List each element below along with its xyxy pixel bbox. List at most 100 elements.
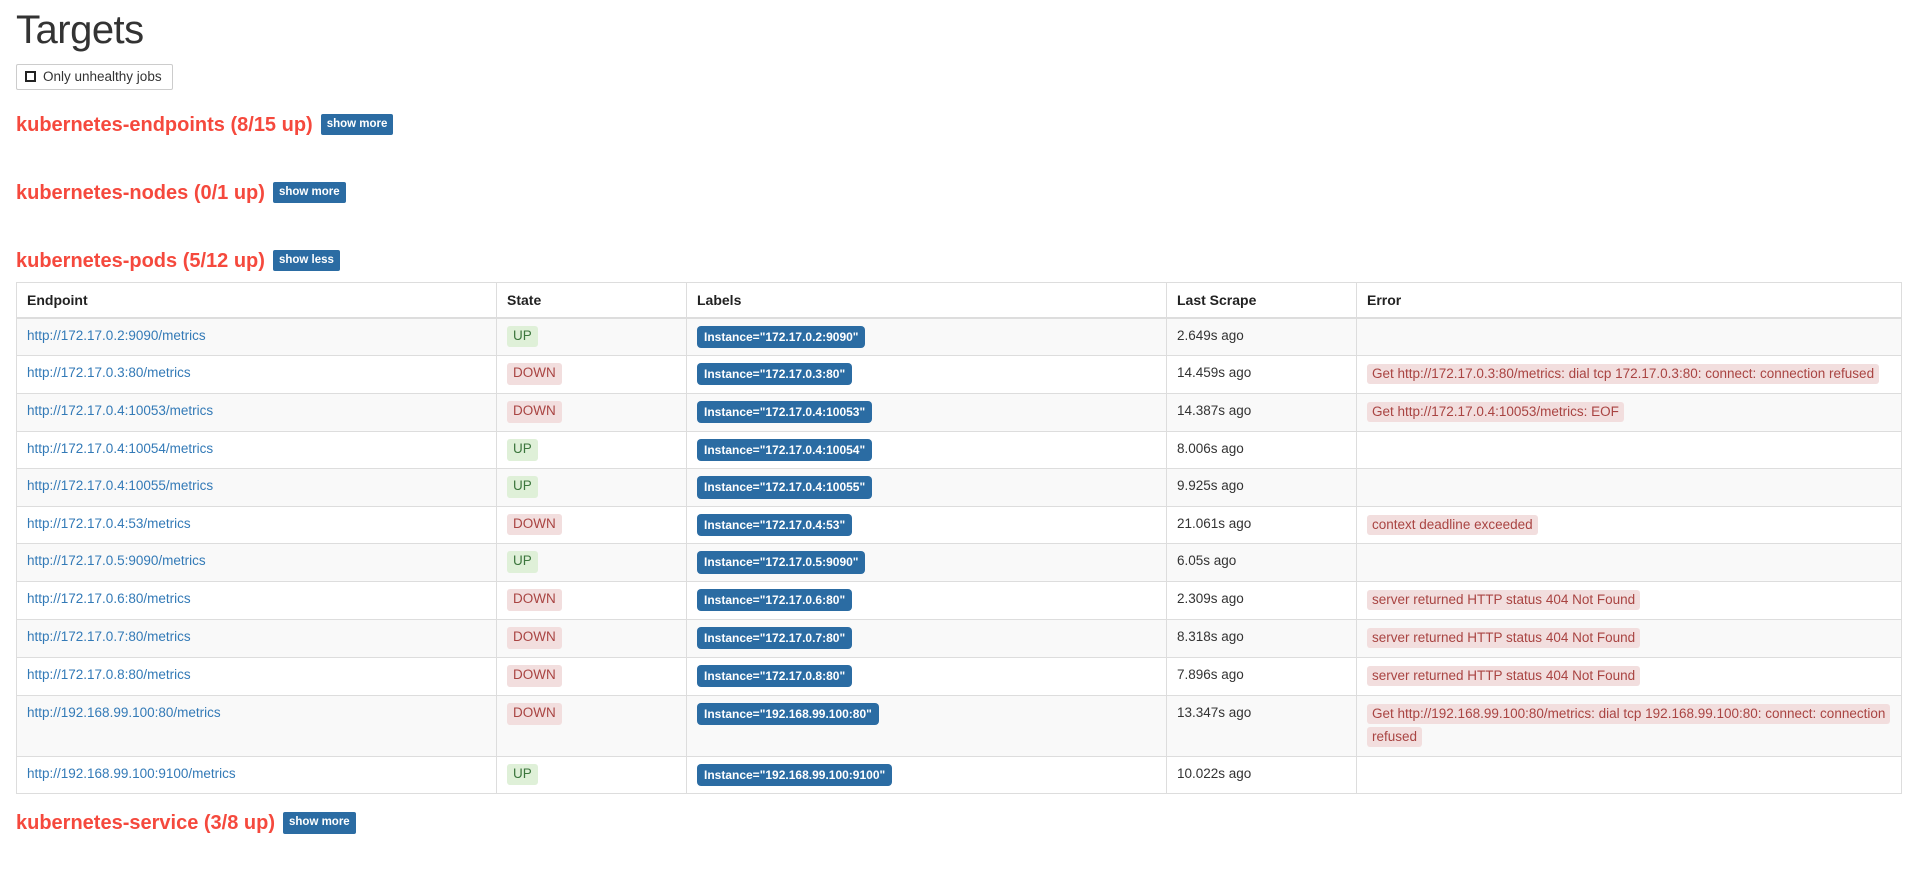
endpoint-cell: http://172.17.0.5:9090/metrics xyxy=(17,544,497,581)
last-scrape-text: 14.387s ago xyxy=(1177,403,1251,418)
instance-label-badge: Instance="172.17.0.2:9090" xyxy=(697,326,865,348)
error-cell xyxy=(1357,469,1902,506)
endpoint-link[interactable]: http://172.17.0.4:10053/metrics xyxy=(27,403,213,418)
endpoint-cell: http://192.168.99.100:9100/metrics xyxy=(17,756,497,793)
endpoint-link[interactable]: http://172.17.0.7:80/metrics xyxy=(27,629,191,644)
instance-label-badge: Instance="172.17.0.4:10053" xyxy=(697,401,872,423)
labels-cell: Instance="172.17.0.4:10054" xyxy=(687,431,1167,468)
instance-label-badge: Instance="172.17.0.4:10054" xyxy=(697,439,872,461)
last-scrape-cell: 8.006s ago xyxy=(1167,431,1357,468)
endpoint-link[interactable]: http://192.168.99.100:80/metrics xyxy=(27,705,221,720)
endpoint-cell: http://172.17.0.4:53/metrics xyxy=(17,506,497,544)
error-message: Get http://172.17.0.3:80/metrics: dial t… xyxy=(1367,364,1879,384)
error-empty xyxy=(1367,764,1891,783)
status-badge: DOWN xyxy=(507,401,562,423)
endpoint-cell: http://172.17.0.3:80/metrics xyxy=(17,355,497,393)
job-heading: kubernetes-endpoints (8/15 up)show more xyxy=(16,112,1902,138)
job-title: kubernetes-nodes (0/1 up) xyxy=(16,180,265,206)
last-scrape-text: 8.318s ago xyxy=(1177,629,1244,644)
table-row: http://172.17.0.4:53/metrics DOWNInstance… xyxy=(17,506,1902,544)
targets-page: Targets Only unhealthy jobs kubernetes-e… xyxy=(0,8,1920,872)
table-row: http://192.168.99.100:80/metrics DOWN Inst… xyxy=(17,695,1902,756)
only-unhealthy-jobs-label: Only unhealthy jobs xyxy=(43,70,162,84)
endpoint-link[interactable]: http://172.17.0.3:80/metrics xyxy=(27,365,191,380)
labels-cell: Instance="172.17.0.3:80" xyxy=(687,355,1167,393)
instance-label-badge: Instance="192.168.99.100:80" xyxy=(697,703,879,725)
last-scrape-text: 2.649s ago xyxy=(1177,328,1244,343)
column-header: Endpoint xyxy=(17,282,497,318)
endpoint-cell: http://172.17.0.4:10055/metrics xyxy=(17,469,497,506)
status-badge: UP xyxy=(507,551,538,573)
instance-label-badge: Instance="172.17.0.6:80" xyxy=(697,589,852,611)
table-row: http://172.17.0.3:80/metrics DOWN Instance… xyxy=(17,355,1902,393)
error-cell xyxy=(1357,544,1902,581)
endpoint-cell: http://172.17.0.6:80/metrics xyxy=(17,581,497,619)
job-toggle-button[interactable]: show less xyxy=(273,250,340,272)
endpoint-cell: http://192.168.99.100:80/metrics xyxy=(17,695,497,756)
error-message: Get http://192.168.99.100:80/metrics: di… xyxy=(1367,704,1890,747)
endpoint-link[interactable]: http://172.17.0.4:10054/metrics xyxy=(27,441,213,456)
instance-label-badge: Instance="172.17.0.3:80" xyxy=(697,363,852,385)
checkbox-icon[interactable] xyxy=(25,71,36,82)
endpoint-link[interactable]: http://172.17.0.8:80/metrics xyxy=(27,667,191,682)
error-cell: server returned HTTP status 404 Not Foun… xyxy=(1357,657,1902,695)
column-header: Error xyxy=(1357,282,1902,318)
state-cell: UP xyxy=(497,544,687,581)
status-badge: UP xyxy=(507,764,538,786)
status-badge: UP xyxy=(507,326,538,348)
job-title: kubernetes-pods (5/12 up) xyxy=(16,248,265,274)
error-message: server returned HTTP status 404 Not Foun… xyxy=(1367,590,1640,610)
job-block: kubernetes-endpoints (8/15 up)show more xyxy=(16,112,1902,174)
state-cell: DOWN xyxy=(497,581,687,619)
last-scrape-text: 8.006s ago xyxy=(1177,441,1244,456)
labels-cell: Instance="172.17.0.8:80" xyxy=(687,657,1167,695)
endpoint-cell: http://172.17.0.4:10053/metrics xyxy=(17,393,497,431)
state-cell: UP xyxy=(497,756,687,793)
table-row: http://172.17.0.4:10055/metricsUPInstanc… xyxy=(17,469,1902,506)
labels-cell: Instance="172.17.0.4:10055" xyxy=(687,469,1167,506)
labels-cell: Instance="172.17.0.4:10053" xyxy=(687,393,1167,431)
job-spacer xyxy=(16,840,1902,872)
job-heading: kubernetes-pods (5/12 up) show less xyxy=(16,248,1902,274)
endpoint-link[interactable]: http://172.17.0.6:80/metrics xyxy=(27,591,191,606)
labels-cell: Instance="172.17.0.4:53" xyxy=(687,506,1167,544)
error-message: server returned HTTP status 404 Not Foun… xyxy=(1367,628,1640,648)
error-message: server returned HTTP status 404 Not Foun… xyxy=(1367,666,1640,686)
only-unhealthy-jobs-checkbox[interactable]: Only unhealthy jobs xyxy=(16,64,173,90)
last-scrape-text: 2.309s ago xyxy=(1177,591,1244,606)
status-badge: DOWN xyxy=(507,703,562,725)
state-cell: DOWN xyxy=(497,355,687,393)
endpoint-link[interactable]: http://192.168.99.100:9100/metrics xyxy=(27,766,236,781)
last-scrape-cell: 2.649s ago xyxy=(1167,318,1357,356)
job-heading: kubernetes-service (3/8 up)show more xyxy=(16,810,1902,836)
endpoint-link[interactable]: http://172.17.0.2:9090/metrics xyxy=(27,328,206,343)
page-title: Targets xyxy=(16,8,1902,52)
error-cell: server returned HTTP status 404 Not Foun… xyxy=(1357,619,1902,657)
last-scrape-text: 21.061s ago xyxy=(1177,516,1251,531)
last-scrape-cell: 21.061s ago xyxy=(1167,506,1357,544)
job-toggle-button[interactable]: show more xyxy=(283,812,356,834)
last-scrape-text: 14.459s ago xyxy=(1177,365,1251,380)
state-cell: DOWN xyxy=(497,506,687,544)
last-scrape-text: 6.05s ago xyxy=(1177,553,1236,568)
state-cell: DOWN xyxy=(497,657,687,695)
table-row: http://172.17.0.2:9090/metrics UP Instance… xyxy=(17,318,1902,356)
job-block: kubernetes-pods (5/12 up) show less Endpoi… xyxy=(16,248,1902,794)
state-cell: DOWN xyxy=(497,695,687,756)
job-toggle-button[interactable]: show more xyxy=(321,114,394,136)
endpoint-link[interactable]: http://172.17.0.5:9090/metrics xyxy=(27,553,206,568)
endpoint-link[interactable]: http://172.17.0.4:10055/metrics xyxy=(27,478,213,493)
error-cell: server returned HTTP status 404 Not Foun… xyxy=(1357,581,1902,619)
job-block: kubernetes-nodes (0/1 up) show more xyxy=(16,180,1902,242)
endpoint-link[interactable]: http://172.17.0.4:53/metrics xyxy=(27,516,191,531)
status-badge: DOWN xyxy=(507,363,562,385)
job-block: kubernetes-service (3/8 up)show more xyxy=(16,810,1902,872)
last-scrape-cell: 10.022s ago xyxy=(1167,756,1357,793)
last-scrape-text: 10.022s ago xyxy=(1177,766,1251,781)
column-header: Labels xyxy=(687,282,1167,318)
job-toggle-button[interactable]: show more xyxy=(273,182,346,204)
job-spacer xyxy=(16,210,1902,242)
job-spacer xyxy=(16,142,1902,174)
labels-cell: Instance="192.168.99.100:80" xyxy=(687,695,1167,756)
error-cell xyxy=(1357,756,1902,793)
